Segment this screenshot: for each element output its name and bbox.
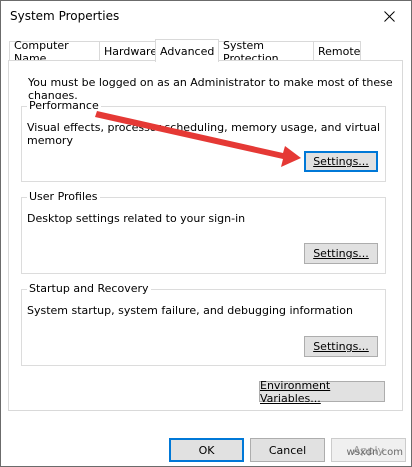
system-properties-window: System Properties Computer Name Hardware… bbox=[0, 0, 412, 467]
performance-description: Visual effects, processor scheduling, me… bbox=[27, 121, 381, 147]
cancel-label: Cancel bbox=[268, 443, 307, 457]
startup-recovery-group: Startup and Recovery System startup, sys… bbox=[21, 282, 386, 366]
tab-label: Remote bbox=[318, 45, 361, 58]
ok-label: OK bbox=[198, 443, 215, 457]
startup-recovery-settings-button[interactable]: Settings... bbox=[304, 336, 378, 357]
cancel-button[interactable]: Cancel bbox=[250, 438, 325, 462]
title-bar: System Properties bbox=[1, 1, 411, 31]
performance-settings-label: Settings... bbox=[313, 155, 369, 168]
environment-variables-button[interactable]: Environment Variables... bbox=[259, 378, 385, 405]
tab-advanced[interactable]: Advanced bbox=[155, 39, 219, 62]
performance-legend: Performance bbox=[27, 99, 101, 112]
environment-variables-label: Environment Variables... bbox=[260, 378, 331, 405]
tab-system-protection[interactable]: System Protection bbox=[218, 39, 314, 65]
tab-label: Hardware bbox=[104, 45, 158, 58]
user-profiles-settings-button[interactable]: Settings... bbox=[304, 243, 378, 264]
window-title: System Properties bbox=[10, 9, 120, 23]
user-profiles-legend: User Profiles bbox=[27, 190, 100, 203]
performance-settings-button[interactable]: Settings... bbox=[304, 151, 378, 172]
close-button[interactable] bbox=[367, 1, 411, 31]
user-profiles-settings-label: Settings... bbox=[313, 247, 369, 260]
tab-strip: Computer Name Hardware Advanced System P… bbox=[9, 39, 361, 65]
tab-computer-name[interactable]: Computer Name bbox=[9, 39, 100, 65]
close-icon bbox=[383, 10, 395, 22]
startup-recovery-legend: Startup and Recovery bbox=[27, 282, 151, 295]
startup-recovery-description: System startup, system failure, and debu… bbox=[27, 304, 353, 317]
ok-button[interactable]: OK bbox=[169, 438, 244, 462]
advanced-tab-panel: You must be logged on as an Administrato… bbox=[8, 60, 403, 411]
tab-label: Advanced bbox=[160, 44, 215, 58]
performance-group: Performance Visual effects, processor sc… bbox=[21, 99, 386, 182]
tab-remote[interactable]: Remote bbox=[313, 41, 361, 61]
user-profiles-group: User Profiles Desktop settings related t… bbox=[21, 190, 386, 274]
startup-recovery-settings-label: Settings... bbox=[313, 340, 369, 353]
watermark: wsxdn.com bbox=[346, 447, 403, 458]
user-profiles-description: Desktop settings related to your sign-in bbox=[27, 212, 246, 225]
tab-hardware[interactable]: Hardware bbox=[99, 41, 158, 61]
